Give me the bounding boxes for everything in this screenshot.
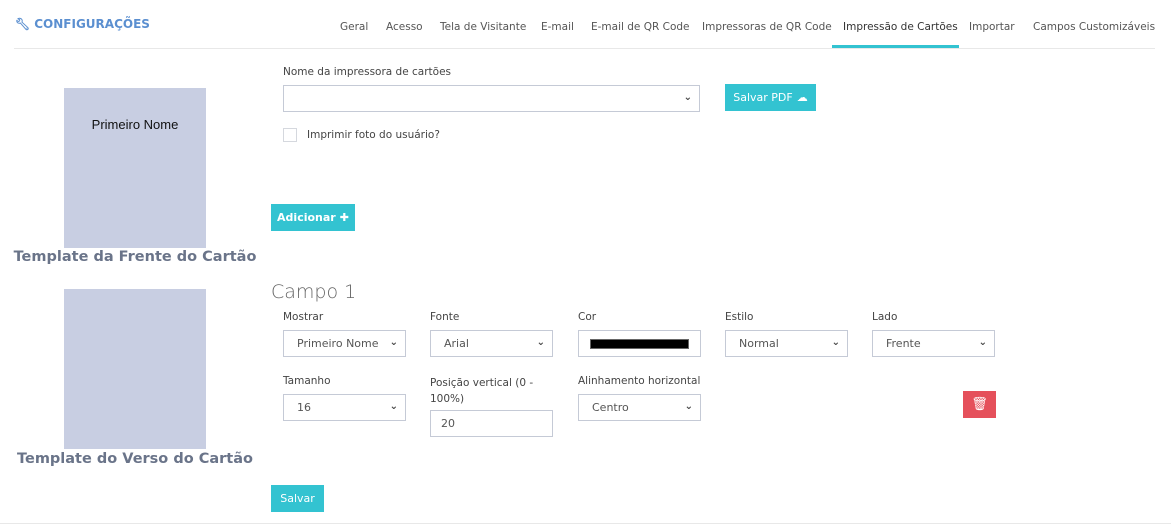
vpos-input[interactable]: 20 bbox=[430, 410, 553, 437]
footer-divider bbox=[0, 523, 1171, 524]
tab-geral[interactable]: Geral bbox=[340, 21, 368, 33]
add-field-button[interactable]: Adicionar ✚ bbox=[271, 204, 355, 231]
chevron-down-icon: ⌄ bbox=[684, 401, 693, 412]
print-photo-checkbox[interactable] bbox=[283, 128, 297, 142]
back-template-preview[interactable] bbox=[64, 289, 206, 449]
halign-label: Alinhamento horizontal bbox=[578, 375, 701, 387]
tab-email-qr[interactable]: E-mail de QR Code bbox=[591, 21, 690, 33]
printer-label: Nome da impressora de cartões bbox=[283, 66, 452, 78]
active-tab-indicator bbox=[832, 45, 959, 48]
halign-select[interactable]: Centro ⌄ bbox=[578, 394, 701, 421]
save-pdf-button[interactable]: Salvar PDF ☁ bbox=[725, 84, 816, 111]
tab-email[interactable]: E-mail bbox=[541, 21, 574, 33]
front-template-label: Template da Frente do Cartão bbox=[13, 249, 257, 265]
chevron-down-icon: ⌄ bbox=[683, 92, 692, 103]
chevron-down-icon: ⌄ bbox=[831, 337, 840, 348]
size-select[interactable]: 16 ⌄ bbox=[283, 394, 406, 421]
cloud-download-icon: ☁ bbox=[796, 91, 808, 104]
chevron-down-icon: ⌄ bbox=[389, 401, 398, 412]
header-divider bbox=[14, 48, 1155, 49]
show-select[interactable]: Primeiro Nome ⌄ bbox=[283, 330, 406, 357]
tab-tela-visitante[interactable]: Tela de Visitante bbox=[440, 21, 526, 33]
style-label: Estilo bbox=[725, 311, 754, 323]
color-input[interactable] bbox=[578, 330, 701, 357]
color-swatch bbox=[590, 338, 689, 349]
wrench-icon: 🔧︎ bbox=[15, 17, 31, 31]
size-label: Tamanho bbox=[283, 375, 331, 387]
back-template-label: Template do Verso do Cartão bbox=[17, 451, 253, 467]
tab-impressoras-qr[interactable]: Impressoras de QR Code bbox=[702, 21, 832, 33]
tab-impressao-cartoes[interactable]: Impressão de Cartões bbox=[843, 21, 958, 33]
vpos-label: Posição vertical (0 - 100%) bbox=[430, 377, 534, 405]
tab-importar[interactable]: Importar bbox=[969, 21, 1015, 33]
chevron-down-icon: ⌄ bbox=[978, 337, 987, 348]
tab-acesso[interactable]: Acesso bbox=[386, 21, 423, 33]
trash-icon: 🗑︎ bbox=[971, 397, 988, 412]
delete-field-button[interactable]: 🗑︎ bbox=[963, 391, 996, 418]
front-template-preview[interactable]: Primeiro Nome bbox=[64, 88, 206, 248]
tab-campos-customizaveis[interactable]: Campos Customizáveis bbox=[1033, 21, 1155, 33]
font-select[interactable]: Arial ⌄ bbox=[430, 330, 553, 357]
color-label: Cor bbox=[578, 311, 597, 323]
print-photo-label: Imprimir foto do usuário? bbox=[307, 129, 440, 141]
side-label: Lado bbox=[872, 311, 898, 323]
side-select[interactable]: Frente ⌄ bbox=[872, 330, 995, 357]
page-title: 🔧︎ CONFIGURAÇÕES bbox=[15, 17, 150, 31]
style-select[interactable]: Normal ⌄ bbox=[725, 330, 848, 357]
chevron-down-icon: ⌄ bbox=[389, 337, 398, 348]
chevron-down-icon: ⌄ bbox=[536, 337, 545, 348]
printer-select[interactable]: ⌄ bbox=[283, 85, 700, 112]
plus-icon: ✚ bbox=[339, 211, 349, 224]
show-label: Mostrar bbox=[283, 311, 324, 323]
save-button[interactable]: Salvar bbox=[271, 485, 324, 512]
field-title: Campo 1 bbox=[271, 281, 357, 303]
font-label: Fonte bbox=[430, 311, 460, 323]
